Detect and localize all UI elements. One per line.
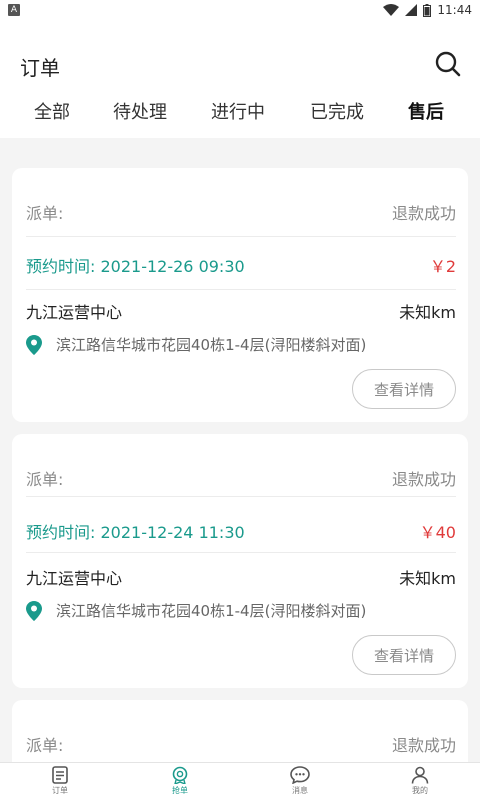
signal-icon [405, 4, 418, 16]
appointment-label: 预约时间: [26, 257, 96, 276]
nav-messages[interactable]: 消息 [270, 766, 330, 796]
divider [26, 289, 456, 290]
dispatch-label: 派单: [26, 204, 64, 223]
appointment-value: 2021-12-26 09:30 [100, 257, 245, 276]
divider [26, 236, 456, 237]
search-icon [435, 51, 461, 77]
person-icon [411, 766, 429, 784]
nav-label: 消息 [292, 786, 308, 795]
tab-pending[interactable]: 待处理 [113, 98, 167, 124]
order-distance: 未知km [399, 569, 456, 588]
service-center: 九江运营中心 [26, 303, 123, 322]
nav-label: 订单 [52, 786, 68, 795]
status-bar: A 11:44 [0, 0, 480, 20]
nav-profile[interactable]: 我的 [390, 766, 450, 796]
status-badge: 退款成功 [391, 470, 456, 489]
app-notification-icon: A [8, 4, 20, 16]
order-price: ￥2 [429, 257, 456, 276]
order-price: ￥40 [419, 523, 456, 542]
nav-label: 抢单 [172, 786, 188, 795]
address-text: 滨江路信华城市花园40栋1-4层(浔阳楼斜对面) [56, 336, 367, 354]
nav-grab-orders[interactable]: 抢单 [150, 766, 210, 796]
tab-in-progress[interactable]: 进行中 [211, 98, 265, 124]
dispatch-label: 派单: [26, 470, 64, 489]
order-card[interactable]: 派单: 退款成功 预约时间: 2021-12-26 09:30 ￥2 九江运营中… [12, 168, 468, 422]
nav-label: 我的 [412, 786, 428, 795]
tab-after-sales[interactable]: 售后 [408, 98, 444, 124]
appointment-label: 预约时间: [26, 523, 96, 542]
appointment-time: 预约时间: 2021-12-24 11:30 [26, 519, 245, 543]
status-badge: 退款成功 [391, 204, 456, 223]
order-list-icon [52, 766, 68, 784]
nav-orders[interactable]: 订单 [30, 766, 90, 796]
battery-icon [423, 3, 432, 17]
tab-all[interactable]: 全部 [34, 98, 70, 124]
grab-order-icon [172, 766, 188, 784]
appointment-time: 预约时间: 2021-12-26 09:30 [26, 253, 245, 277]
order-tabs: 全部 待处理 进行中 已完成 售后 [0, 98, 480, 130]
appointment-value: 2021-12-24 11:30 [100, 523, 245, 542]
dispatch-label: 派单: [26, 736, 64, 755]
location-pin-icon [26, 600, 42, 621]
order-distance: 未知km [399, 303, 456, 322]
view-details-button[interactable]: 查看详情 [352, 635, 456, 675]
service-center: 九江运营中心 [26, 569, 123, 588]
status-time: 11:44 [437, 3, 472, 17]
status-badge: 退款成功 [391, 736, 456, 755]
header: 订单 全部 待处理 进行中 已完成 售后 [0, 20, 480, 138]
divider [26, 552, 456, 553]
order-card[interactable]: 派单: 退款成功 预约时间: 2021-12-24 11:30 ￥40 九江运营… [12, 434, 468, 688]
order-address: 滨江路信华城市花园40栋1-4层(浔阳楼斜对面) [26, 600, 456, 621]
page-title: 订单 [20, 56, 60, 80]
divider [26, 496, 456, 497]
search-button[interactable] [434, 50, 462, 78]
view-details-button[interactable]: 查看详情 [352, 369, 456, 409]
chat-bubble-icon [290, 766, 310, 784]
address-text: 滨江路信华城市花园40栋1-4层(浔阳楼斜对面) [56, 602, 367, 620]
bottom-nav: 订单 抢单 消息 我的 [0, 762, 480, 800]
wifi-icon [383, 4, 400, 16]
tab-completed[interactable]: 已完成 [310, 98, 364, 124]
location-pin-icon [26, 334, 42, 355]
order-address: 滨江路信华城市花园40栋1-4层(浔阳楼斜对面) [26, 334, 456, 355]
